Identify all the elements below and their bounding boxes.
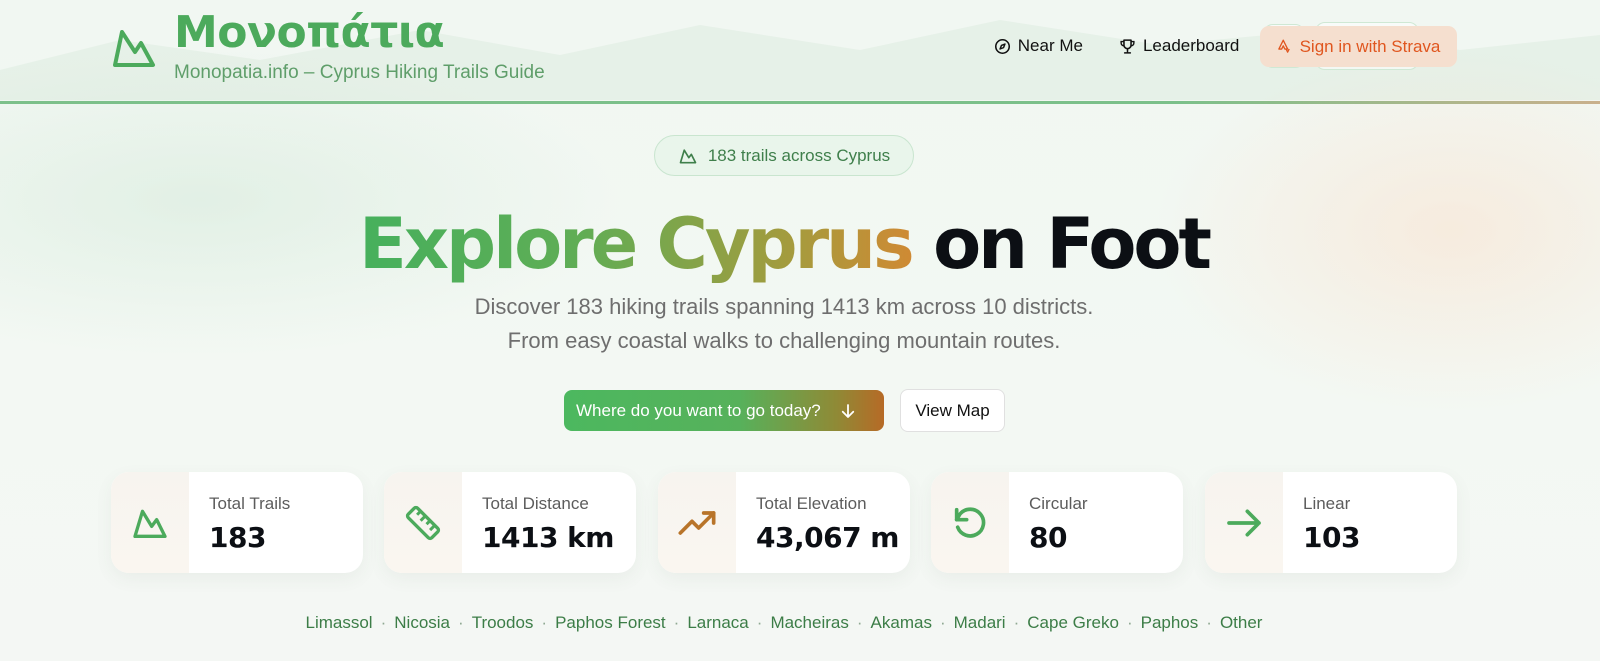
stat-label: Linear <box>1303 494 1351 513</box>
separator-dot: · <box>939 613 946 632</box>
district-link-akamas[interactable]: Akamas <box>871 613 932 632</box>
hero-title: Explore Cyprus on Foot <box>0 198 1568 290</box>
stat-value: 43,067 m <box>756 521 899 554</box>
view-map-button[interactable]: View Map <box>900 389 1005 432</box>
stat-value: 80 <box>1029 521 1067 554</box>
stat-card-circular: Circular 80 <box>931 472 1183 573</box>
mountain-icon <box>679 148 697 163</box>
stat-value: 183 <box>209 521 266 554</box>
ruler-icon <box>405 505 441 540</box>
separator-dot: · <box>541 613 548 632</box>
brand-subtitle: Monopatia.info – Cyprus Hiking Trails Gu… <box>174 62 545 83</box>
compass-icon <box>994 38 1010 54</box>
separator-dot: · <box>1206 613 1212 632</box>
cta-label: Where do you want to go today? <box>576 400 821 420</box>
mountain-icon <box>133 509 167 538</box>
stat-card-total-trails: Total Trails 183 <box>111 472 363 573</box>
stat-value: 103 <box>1303 521 1360 554</box>
brand-title: Μονοπάτια <box>174 7 445 58</box>
stat-label: Total Elevation <box>756 494 867 513</box>
trending-up-icon <box>678 510 716 535</box>
district-link-paphos-forest[interactable]: Paphos Forest <box>555 613 666 632</box>
rotate-ccw-icon <box>954 506 986 538</box>
stat-label: Circular <box>1029 494 1088 513</box>
separator-dot: · <box>673 613 680 632</box>
arrow-down-icon <box>841 403 854 418</box>
trail-count-badge: 183 trails across Cyprus <box>654 135 914 176</box>
separator-dot: · <box>1013 613 1020 632</box>
stat-card-linear: Linear 103 <box>1205 472 1457 573</box>
district-links: Limassol · Nicosia · Troodos · Paphos Forest · L… <box>0 613 1568 633</box>
district-link-cape-greko[interactable]: Cape Greko <box>1027 613 1119 632</box>
stat-value: 1413 km <box>482 521 614 554</box>
hero-title-highlight: Explore Cyprus <box>359 203 915 285</box>
header-accent-line <box>1180 101 1600 104</box>
separator-dot: · <box>856 613 863 632</box>
district-link-larnaca[interactable]: Larnaca <box>687 613 748 632</box>
hero-subtitle-line2: From easy coastal walks to challenging m… <box>507 328 1061 353</box>
mountain-logo-icon <box>113 30 155 67</box>
district-link-paphos[interactable]: Paphos <box>1141 613 1199 632</box>
strava-icon <box>1277 39 1290 53</box>
site-header: Μονοπάτια Monopatia.info – Cyprus Hiking… <box>0 0 1600 104</box>
separator-dot: · <box>756 613 763 632</box>
trail-count-label: 183 trails across Cyprus <box>707 145 891 165</box>
district-link-limassol[interactable]: Limassol <box>306 613 373 632</box>
stat-card-total-distance: Total Distance 1413 km <box>384 472 636 573</box>
leaderboard-link[interactable]: Leaderboard <box>1119 36 1239 56</box>
separator-dot: · <box>1126 613 1133 632</box>
explore-cta-button[interactable]: Where do you want to go today? <box>564 390 884 431</box>
stat-label: Total Trails <box>209 494 291 513</box>
strava-signin-button[interactable]: Sign in with Strava <box>1260 26 1457 67</box>
trophy-icon <box>1120 38 1135 54</box>
near-me-label: Near Me <box>1017 36 1083 55</box>
brand[interactable]: Μονοπάτια Monopatia.info – Cyprus Hiking… <box>110 8 545 86</box>
district-link-nicosia[interactable]: Nicosia <box>394 613 450 632</box>
near-me-link[interactable]: Near Me <box>994 36 1083 56</box>
separator-dot: · <box>380 613 387 632</box>
separator-dot: · <box>458 613 464 632</box>
stat-card-total-elevation: Total Elevation 43,067 m <box>658 472 910 573</box>
stat-label: Total Distance <box>482 494 589 513</box>
arrow-right-icon <box>1227 509 1261 536</box>
hero-title-plain: on Foot <box>933 203 1212 285</box>
leaderboard-label: Leaderboard <box>1142 36 1240 55</box>
district-link-madari[interactable]: Madari <box>954 613 1006 632</box>
district-link-macheiras[interactable]: Macheiras <box>770 613 848 632</box>
hero-subtitle-line1: Discover 183 hiking trails spanning 1413… <box>474 294 1094 319</box>
strava-label: Sign in with Strava <box>1299 36 1441 56</box>
district-link-troodos[interactable]: Troodos <box>472 613 534 632</box>
district-link-other[interactable]: Other <box>1220 613 1263 632</box>
